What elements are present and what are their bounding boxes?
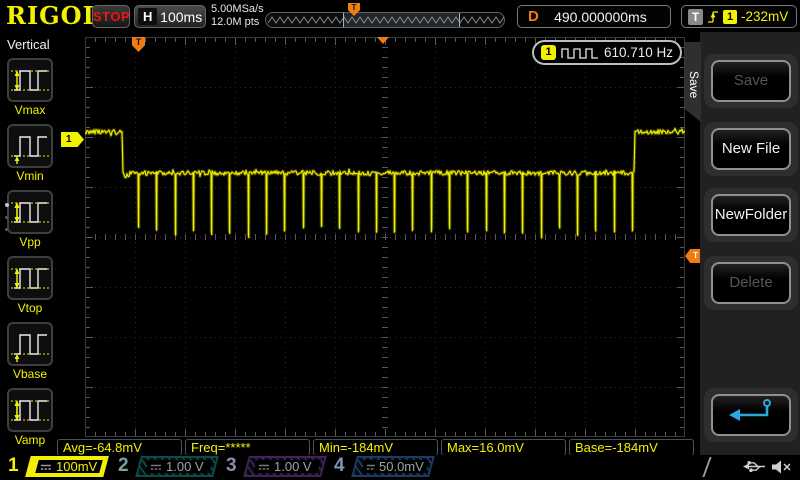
- return-arrow-icon: [726, 396, 776, 424]
- delay-label: D: [528, 8, 539, 25]
- trigger-level-value: -232mV: [741, 9, 788, 24]
- h-label: H: [138, 8, 157, 25]
- vbase-icon: [7, 322, 53, 366]
- dc-coupling-icon: [40, 463, 52, 471]
- channel1-ground-marker[interactable]: 1: [61, 132, 84, 147]
- horizontal-timebase-box[interactable]: H 100ms: [134, 5, 206, 28]
- vamp-icon: [7, 388, 53, 432]
- measurement-max: Max=16.0mV: [441, 439, 566, 456]
- divider: [702, 457, 711, 477]
- save-menu-panel: Save Save New File NewFolder Delete: [700, 32, 800, 455]
- top-status-bar: RIGOL STOP H 100ms 5.00MSa/s 12.0M pts T…: [0, 0, 800, 32]
- vtop-icon: [7, 256, 53, 300]
- delay-readout-box: D 490.000000ms: [517, 5, 671, 28]
- vmin-icon: [7, 124, 53, 168]
- vmax-icon: [7, 58, 53, 102]
- menu-tab-save: Save: [685, 42, 701, 122]
- frequency-value: 610.710 Hz: [604, 45, 673, 60]
- save-button[interactable]: Save: [711, 60, 791, 102]
- acquisition-info: 5.00MSa/s 12.0M pts: [211, 3, 264, 29]
- page-dot-3: [5, 228, 8, 231]
- frequency-counter: 1 610.710 Hz: [532, 40, 682, 65]
- trigger-edge-icon: [707, 9, 719, 25]
- square-wave-icon: [561, 46, 599, 60]
- measurement-min: Min=-184mV: [313, 439, 438, 456]
- trigger-readout-box: T 1 -232mV: [681, 5, 797, 28]
- counter-source-badge: 1: [541, 45, 556, 60]
- delay-value: 490.000000ms: [539, 9, 670, 25]
- visible-window-region: [343, 13, 460, 27]
- measurement-avg: Avg=-64.8mV: [57, 439, 182, 456]
- timebase-value: 100ms: [157, 9, 205, 25]
- vpp-icon: [7, 190, 53, 234]
- horizontal-position-bar[interactable]: [265, 12, 505, 28]
- speaker-muted-icon: [770, 459, 792, 475]
- channel-3-box[interactable]: 3 1.00 V: [218, 455, 326, 479]
- usb-icon: [742, 459, 768, 474]
- channel-4-box[interactable]: 4 50.0mV: [326, 455, 434, 479]
- trigger-label: T: [688, 9, 703, 25]
- measurement-freq: Freq=*****: [185, 439, 310, 456]
- page-dot-2: [5, 216, 8, 219]
- trigger-level-marker[interactable]: T: [685, 249, 700, 263]
- memory-depth: 12.0M pts: [211, 16, 264, 29]
- dc-coupling-icon: [150, 463, 162, 471]
- measurement-base: Base=-184mV: [569, 439, 694, 456]
- measure-sidebar: Vertical Vmax Vmin: [0, 32, 60, 455]
- new-file-button[interactable]: New File: [711, 128, 791, 170]
- channel-status-bar: 1 100mV 2 1.00 V 3: [0, 455, 800, 480]
- dc-coupling-icon: [366, 463, 375, 471]
- graticule-and-trace: [85, 37, 685, 437]
- oscilloscope-screen: RIGOL STOP H 100ms 5.00MSa/s 12.0M pts T…: [0, 0, 800, 480]
- channel-1-box[interactable]: 1 100mV: [0, 455, 108, 479]
- back-button[interactable]: [711, 394, 791, 436]
- page-dot-1: [5, 203, 9, 207]
- delete-button[interactable]: Delete: [711, 262, 791, 304]
- sidebar-title: Vertical: [7, 37, 50, 52]
- channel-2-box[interactable]: 2 1.00 V: [110, 455, 218, 479]
- dc-coupling-icon: [258, 463, 270, 471]
- sample-rate: 5.00MSa/s: [211, 3, 264, 16]
- new-folder-button[interactable]: NewFolder: [711, 194, 791, 236]
- trigger-source-badge: 1: [723, 10, 737, 24]
- waveform-display: T 1 T 1 610.710 Hz: [60, 32, 700, 437]
- run-stop-status[interactable]: STOP: [92, 5, 130, 28]
- rigol-logo: RIGOL: [6, 1, 100, 30]
